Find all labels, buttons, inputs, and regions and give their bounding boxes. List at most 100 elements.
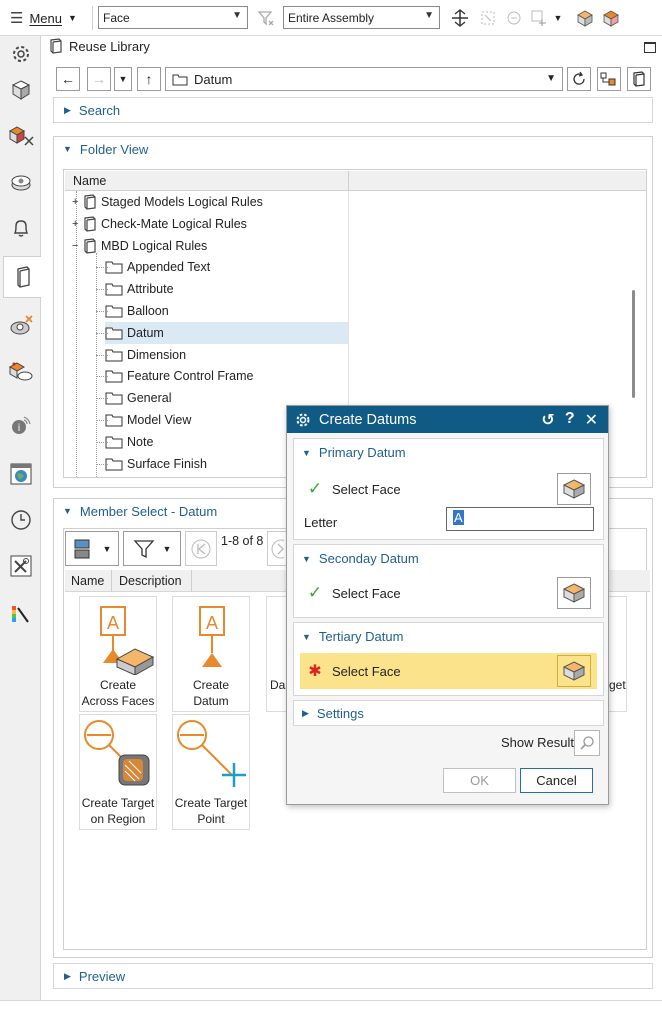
member-tile[interactable]: Create Target on Region <box>79 714 157 830</box>
tools-icon[interactable] <box>4 548 37 584</box>
settings-header[interactable]: ▶ Settings <box>302 706 364 721</box>
settings-group[interactable]: ▶ Settings <box>293 700 604 726</box>
library-book-icon[interactable] <box>3 256 42 298</box>
member-tile[interactable]: A Create Across Faces <box>79 596 157 712</box>
letter-input[interactable]: A <box>446 507 594 531</box>
member-tile[interactable]: Da <box>266 596 288 712</box>
toolbar-divider <box>92 6 93 30</box>
select-face-button[interactable] <box>557 473 591 505</box>
selection-filter-dropdown[interactable]: Face ▼ <box>98 6 248 29</box>
show-result-button[interactable] <box>574 730 600 756</box>
library-settings-button[interactable] <box>627 67 651 91</box>
tree-row[interactable]: Feature Control Frame <box>65 365 630 387</box>
select-point-icon[interactable] <box>530 8 550 28</box>
tree-row[interactable]: − MBD Logical Rules <box>65 235 630 257</box>
render-cube-icon[interactable] <box>601 8 621 28</box>
palette-icon[interactable] <box>4 596 37 632</box>
select-box-icon[interactable] <box>478 8 498 28</box>
ok-button[interactable]: OK <box>443 768 516 793</box>
dialog-title-bar[interactable]: Create Datums ↺ ? ✕ <box>287 406 608 433</box>
expand-triangle-icon: ▶ <box>64 104 71 115</box>
path-dropdown[interactable]: Datum ▼ <box>165 67 563 91</box>
column-name-header[interactable]: Name <box>73 174 106 188</box>
secondary-select-face-row[interactable]: ✓ Select Face <box>300 575 597 611</box>
tree-row-label: MBD Logical Rules <box>101 239 208 253</box>
tree-row-label-wrap: Surface Finish <box>105 453 211 475</box>
panel-header: Reuse Library <box>49 38 150 54</box>
tree-row[interactable]: Balloon <box>65 300 630 322</box>
preview-section-header[interactable]: ▶ Preview <box>53 963 653 989</box>
tree-row[interactable]: Datum <box>65 322 630 344</box>
menu-button[interactable]: ☰ Menu ▼ <box>10 9 77 27</box>
collapse-minus-icon[interactable]: − <box>72 240 78 252</box>
top-toolbar: ☰ Menu ▼ Face ▼ Entire Assembly ▼ ▼ <box>0 0 662 36</box>
checkmark-icon: ✓ <box>307 583 323 602</box>
clock-icon[interactable] <box>4 502 37 538</box>
primary-datum-header[interactable]: ▼ Primary Datum <box>302 445 406 460</box>
member-tile[interactable]: Create Target Point <box>172 714 250 830</box>
primary-select-face-row[interactable]: ✓ Select Face <box>300 471 597 507</box>
refresh-button[interactable] <box>567 67 591 91</box>
secondary-datum-header[interactable]: ▼ Seconday Datum <box>302 551 419 566</box>
tree-row-label-wrap: Note <box>105 431 157 453</box>
tertiary-select-face-row[interactable]: ✱ Select Face <box>300 653 597 689</box>
datum-icon: A <box>199 606 225 667</box>
maximize-button[interactable] <box>644 42 656 53</box>
tile-caption: Create Across Faces <box>81 678 155 708</box>
tree-row-label: Model View <box>127 413 192 427</box>
bell-icon[interactable] <box>4 210 37 246</box>
select-face-button[interactable] <box>557 577 591 609</box>
constraint-icon[interactable] <box>4 354 37 390</box>
tree-row[interactable]: Appended Text <box>65 256 630 278</box>
shaded-cube-icon[interactable] <box>575 8 595 28</box>
tree-row[interactable]: + Staged Models Logical Rules <box>65 191 630 213</box>
member-tile[interactable]: get <box>609 596 627 712</box>
back-button[interactable]: ← <box>56 67 80 91</box>
reset-icon[interactable]: ↺ <box>541 410 554 430</box>
cube-icon[interactable] <box>4 72 37 108</box>
library-book-icon <box>84 194 96 210</box>
tree-row[interactable]: + Check-Mate Logical Rules <box>65 213 630 235</box>
folder-view-header[interactable]: ▼ Folder View <box>53 136 653 162</box>
close-icon[interactable]: ✕ <box>585 410 598 430</box>
tree-row-label-wrap: Balloon <box>105 300 173 322</box>
select-face-button[interactable] <box>557 655 591 687</box>
gear-icon[interactable] <box>4 36 37 72</box>
member-tile[interactable]: A Create Datum <box>172 596 250 712</box>
info-icon[interactable]: i <box>4 408 37 444</box>
menu-label: Menu <box>29 10 62 26</box>
tree-row[interactable]: Attribute <box>65 278 630 300</box>
tree-line <box>96 355 108 356</box>
column-description-header[interactable]: Description <box>119 574 182 588</box>
help-icon[interactable]: ? <box>565 410 575 430</box>
scope-dropdown[interactable]: Entire Assembly ▼ <box>283 6 440 29</box>
panel-title: Reuse Library <box>69 38 150 54</box>
part-icon[interactable] <box>4 164 37 200</box>
select-face-label: Select Face <box>332 481 401 497</box>
first-page-button[interactable] <box>185 531 217 566</box>
select-body-icon[interactable] <box>504 8 524 28</box>
status-bar <box>0 1000 662 1024</box>
vertical-scrollbar[interactable] <box>632 290 635 398</box>
view-mode-dropdown[interactable]: ▼ <box>65 531 119 566</box>
column-name-header[interactable]: Name <box>71 574 104 588</box>
up-folder-button[interactable]: ↑ <box>137 67 161 91</box>
next-page-button[interactable] <box>267 531 287 566</box>
assembly-icon[interactable] <box>4 118 37 154</box>
expand-plus-icon[interactable]: + <box>72 218 78 230</box>
tertiary-datum-header[interactable]: ▼ Tertiary Datum <box>302 629 403 644</box>
globe-window-icon[interactable] <box>4 456 37 492</box>
chevron-down-icon[interactable]: ▼ <box>552 8 564 28</box>
forward-button[interactable]: → <box>87 67 111 91</box>
cancel-button[interactable]: Cancel <box>520 768 593 793</box>
shape-icon[interactable] <box>4 308 37 344</box>
snap-point-icon[interactable] <box>450 8 470 28</box>
expand-plus-icon[interactable]: + <box>72 196 78 208</box>
history-dropdown[interactable]: ▼ <box>114 67 132 91</box>
search-section-header[interactable]: ▶ Search <box>53 97 653 123</box>
view-options-button[interactable] <box>597 67 621 91</box>
filter-dropdown[interactable]: ▼ <box>123 531 181 566</box>
tree-row[interactable]: Dimension <box>65 344 630 366</box>
filter-funnel-icon[interactable] <box>256 8 276 28</box>
chevron-down-icon: ▼ <box>67 13 77 23</box>
